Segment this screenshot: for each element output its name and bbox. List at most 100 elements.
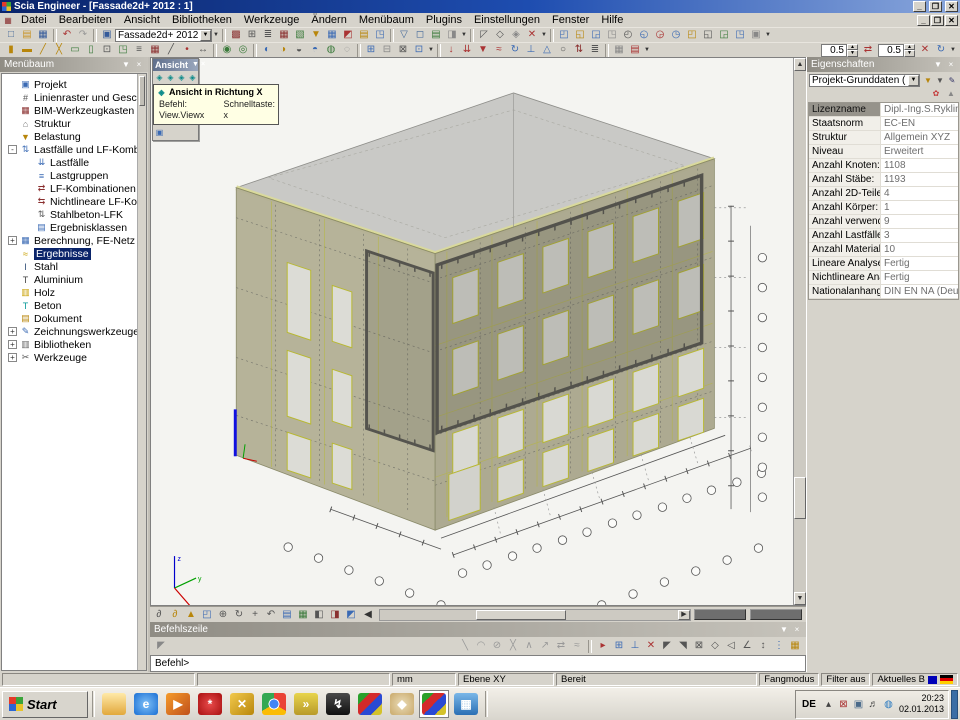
sidebar-item-werkzeuge[interactable]: + ✂ Werkzeuge (2, 351, 137, 364)
tables-dropdown-icon[interactable]: ▼ (643, 47, 651, 53)
snap-intersection-icon[interactable]: ⊠ (691, 639, 707, 653)
phase-view-11-icon[interactable]: ◲ (716, 28, 732, 42)
pinwheel-icon[interactable]: ✿ (930, 88, 942, 99)
edit-property-icon[interactable]: ✎ (946, 75, 958, 86)
phase-view-12-icon[interactable]: ◳ (732, 28, 748, 42)
snap-midpoint-icon[interactable]: ◤ (659, 639, 675, 653)
copy-icon[interactable]: ⊞ (363, 43, 379, 57)
sidebar-item-bibliotheken[interactable]: + ▥ Bibliotheken (2, 338, 137, 351)
mdi-minimize-button[interactable]: _ (917, 15, 930, 26)
hinge-icon[interactable]: ○ (555, 43, 571, 57)
project-window-icon[interactable]: ▣ (99, 28, 115, 42)
view-x-icon[interactable]: ◈ (154, 72, 165, 84)
menubar-item[interactable]: Menübaum (353, 14, 420, 26)
tree-expander-icon[interactable] (8, 80, 17, 89)
named-view-icon[interactable]: ▤ (279, 608, 295, 622)
sidebar-item-lastfaelle-lf-kombinationen[interactable]: - ⇅ Lastfälle und LF-Kombinationen (2, 143, 137, 156)
canvas-vertical-scrollbar[interactable]: ▲ ▼ (793, 58, 806, 605)
rafter-icon[interactable]: ╱ (35, 43, 51, 57)
select-poly-icon[interactable]: ◇ (492, 28, 508, 42)
phase-view-10-icon[interactable]: ◱ (700, 28, 716, 42)
pin-icon[interactable]: ▼ (121, 60, 131, 70)
clipboard-dropdown-icon[interactable]: ▼ (427, 47, 435, 53)
menubar-item[interactable]: Ansicht (118, 14, 166, 26)
snap-off-icon[interactable]: ⊘ (489, 639, 505, 653)
properties-combo-value[interactable] (810, 75, 908, 86)
sidebar-item-beton[interactable]: T Beton (2, 299, 137, 312)
property-row[interactable]: Anzahl Materialien: 10 (809, 243, 958, 257)
tree-expander-icon[interactable] (8, 119, 17, 128)
snap-angle-icon[interactable]: ∠ (739, 639, 755, 653)
menubar-item[interactable]: Datei (15, 14, 53, 26)
shaded-icon[interactable]: ∂ (167, 608, 183, 622)
phase-view-9-icon[interactable]: ◰ (684, 28, 700, 42)
tree-expander-icon[interactable] (24, 210, 33, 219)
vertical-scroll-thumb[interactable] (794, 477, 806, 519)
beam-icon[interactable]: ▬ (19, 43, 35, 57)
menubar-item[interactable]: Plugins (420, 14, 468, 26)
sidebar-scrollbar[interactable] (137, 74, 146, 670)
status-units[interactable]: mm (392, 673, 456, 686)
close-button[interactable]: ✕ (945, 1, 958, 12)
start-button[interactable]: Start (2, 691, 88, 718)
network-globe-icon[interactable]: ◍ (882, 699, 895, 710)
snap-peak-icon[interactable]: ∧ (521, 639, 537, 653)
activity-6-icon[interactable]: ◌ (339, 43, 355, 57)
select-dropdown-icon[interactable]: ▼ (540, 32, 548, 38)
sidebar-item-holz[interactable]: ▥ Holz (2, 286, 137, 299)
tree-expander-icon[interactable] (8, 314, 17, 323)
results-dropdown-icon[interactable]: ▼ (949, 47, 957, 53)
properties-combo-dropdown-icon[interactable]: ▼ (908, 75, 919, 86)
property-row[interactable]: Nationalanhang DIN EN NA (Deutschlan... (809, 285, 958, 299)
line-grid-snap-icon[interactable]: ▦ (787, 639, 803, 653)
tree-expander-icon[interactable]: + (8, 327, 17, 336)
open-file-icon[interactable]: ▤ (19, 28, 35, 42)
scale1-down-icon[interactable]: ▼ (847, 50, 858, 57)
palette-dropdown-icon[interactable]: ▼ (192, 60, 199, 70)
command-pointer-icon[interactable]: ◤ (153, 639, 169, 653)
phases-dropdown-icon[interactable]: ▼ (764, 32, 772, 38)
surface-load-icon[interactable]: ▼ (475, 43, 491, 57)
snap-direction-icon[interactable]: ↗ (537, 639, 553, 653)
building-model-drawing[interactable]: z y x (151, 58, 781, 606)
close-panel-icon[interactable]: × (134, 60, 144, 70)
activity-2-icon[interactable]: ◑ (275, 43, 291, 57)
snap-endpoint-icon[interactable]: ◥ (675, 639, 691, 653)
sidebar-item-berechnung-fe-netz[interactable]: + ▦ Berechnung, FE-Netz (2, 234, 137, 247)
swap-scale-icon[interactable]: ⇄ (860, 43, 876, 57)
view-axo-icon[interactable]: ◈ (187, 72, 198, 84)
hidden-icons-icon[interactable]: ▴ (822, 699, 835, 710)
remote-desktop-icon[interactable]: ▣ (852, 699, 865, 710)
sidebar-item-zeichnungswerkzeuge[interactable]: + ✎ Zeichnungswerkzeuge (2, 325, 137, 338)
document-window-icon[interactable]: ▦ (2, 15, 14, 26)
calculation-icon[interactable]: ◩ (340, 28, 356, 42)
restore-button[interactable]: ❐ (929, 1, 942, 12)
projection-icon[interactable]: ▣ (154, 127, 165, 139)
result-scale-2-value[interactable]: 0.5 (878, 44, 904, 57)
language-indicator[interactable]: DE (800, 699, 818, 710)
tree-expander-icon[interactable] (8, 301, 17, 310)
property-row[interactable]: Niveau Erweitert (809, 145, 958, 159)
tree-expander-icon[interactable] (24, 158, 33, 167)
phase-view-2-icon[interactable]: ◱ (572, 28, 588, 42)
property-row[interactable]: Lineare Analyse Fertig (809, 257, 958, 271)
support-hinged-icon[interactable]: △ (539, 43, 555, 57)
sidebar-item-linienraster[interactable]: # Linienraster und Geschosse (2, 91, 137, 104)
view-point-icon[interactable]: ◩ (343, 608, 359, 622)
send-to-icon[interactable]: ▲ (945, 88, 957, 99)
phase-view-1-icon[interactable]: ◰ (556, 28, 572, 42)
sidebar-item-bim-werkzeugkasten[interactable]: ▦ BIM-Werkzeugkasten (2, 104, 137, 117)
tree-expander-icon[interactable] (8, 132, 17, 141)
node-icon[interactable]: • (179, 43, 195, 57)
status-filter[interactable]: Filter aus (821, 673, 870, 686)
status-current-layer[interactable]: Aktuelles B (872, 673, 958, 686)
plate-icon[interactable]: ▭ (67, 43, 83, 57)
subregion-icon[interactable]: ◳ (115, 43, 131, 57)
phase-view-4-icon[interactable]: ◳ (604, 28, 620, 42)
load-group-icon[interactable]: ≣ (587, 43, 603, 57)
scroll-up-icon[interactable]: ▲ (794, 58, 806, 71)
snap-curve-icon[interactable]: ≈ (569, 639, 585, 653)
menubar-item[interactable]: Ändern (305, 14, 352, 26)
result-scale-1[interactable]: 0.5 ▲▼ (821, 44, 858, 57)
strip-scroll-left-icon[interactable]: ◀ (360, 608, 376, 622)
